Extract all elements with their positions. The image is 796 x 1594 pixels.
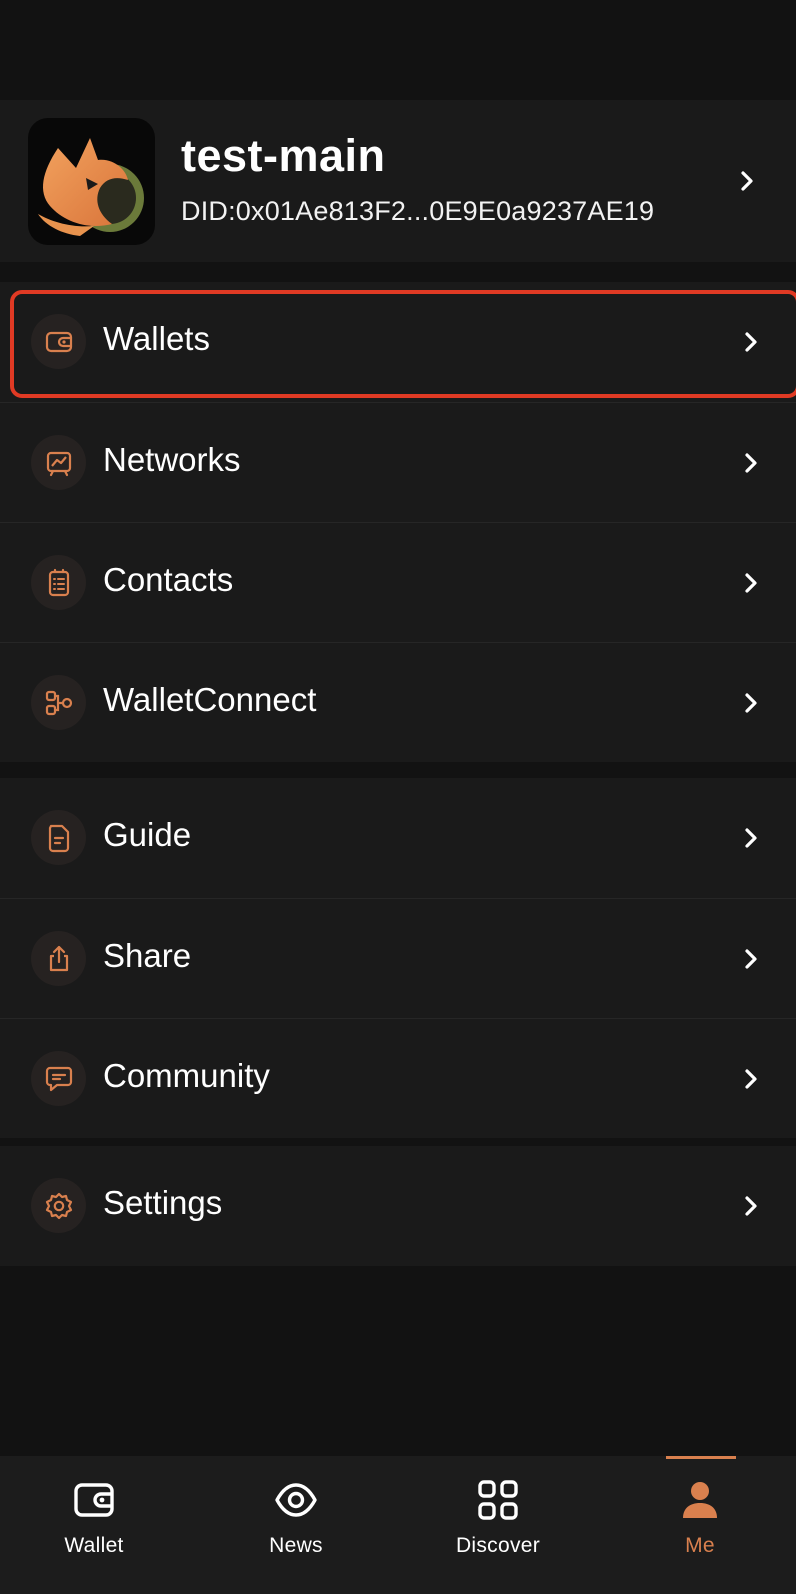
menu-item-share[interactable]: Share (0, 898, 796, 1018)
tab-wallet[interactable]: Wallet (14, 1456, 174, 1594)
menu-item-label: Wallets (103, 320, 210, 357)
share-icon (49, 945, 68, 971)
fox-logo-icon (38, 138, 144, 236)
menu-item-networks[interactable]: Networks (0, 402, 796, 522)
menu-item-label: Contacts (103, 561, 234, 598)
chevron-right-icon (745, 1069, 757, 1089)
chevron-right-icon (741, 171, 753, 191)
menu-item-label: WalletConnect (103, 681, 317, 718)
tab-label: Discover (455, 1534, 541, 1557)
eye-icon (275, 1483, 317, 1517)
menu-item-label: Guide (103, 816, 192, 853)
menu-group-account: Wallets Networks Contacts WalletConnect (0, 282, 796, 762)
menu-item-label: Networks (103, 441, 241, 478)
menu-item-label: Settings (103, 1184, 223, 1221)
person-icon (683, 1482, 717, 1518)
menu-item-wallets[interactable]: Wallets (0, 282, 796, 402)
bottom-tab-bar: Wallet News Discover Me (0, 1456, 796, 1594)
chat-bubble-icon (45, 1066, 72, 1091)
menu-item-settings[interactable]: Settings (0, 1146, 796, 1266)
document-icon (48, 824, 69, 852)
walletconnect-icon (45, 690, 72, 715)
chevron-right-icon (745, 332, 757, 352)
profile-did: DID:0x01Ae813F2...0E9E0a9237AE19 (181, 196, 655, 226)
network-chart-icon (46, 451, 71, 476)
tab-me[interactable]: Me (620, 1456, 780, 1594)
profile-name: test-main (181, 130, 386, 181)
gear-icon (45, 1192, 72, 1219)
grid-icon (478, 1480, 518, 1520)
tab-label: News (269, 1534, 323, 1557)
menu-item-walletconnect[interactable]: WalletConnect (0, 642, 796, 762)
profile-card[interactable]: test-main DID:0x01Ae813F2...0E9E0a9237AE… (0, 100, 796, 262)
menu-group-settings: Settings (0, 1146, 796, 1266)
chevron-right-icon (745, 828, 757, 848)
menu-item-guide[interactable]: Guide (0, 778, 796, 898)
menu-item-contacts[interactable]: Contacts (0, 522, 796, 642)
chevron-right-icon (745, 1196, 757, 1216)
menu-item-community[interactable]: Community (0, 1018, 796, 1138)
tab-news[interactable]: News (216, 1456, 376, 1594)
contacts-list-icon (48, 568, 69, 596)
tab-discover[interactable]: Discover (418, 1456, 578, 1594)
chevron-right-icon (745, 949, 757, 969)
menu-group-info: Guide Share Community (0, 778, 796, 1138)
tab-label: Wallet (64, 1534, 124, 1557)
chevron-right-icon (745, 573, 757, 593)
avatar (28, 118, 155, 245)
chevron-right-icon (745, 693, 757, 713)
menu-item-label: Share (103, 937, 192, 974)
menu-item-label: Community (103, 1057, 270, 1094)
chevron-right-icon (745, 453, 757, 473)
wallet-icon (45, 331, 72, 352)
tab-label: Me (685, 1534, 715, 1557)
wallet-icon (74, 1483, 114, 1517)
